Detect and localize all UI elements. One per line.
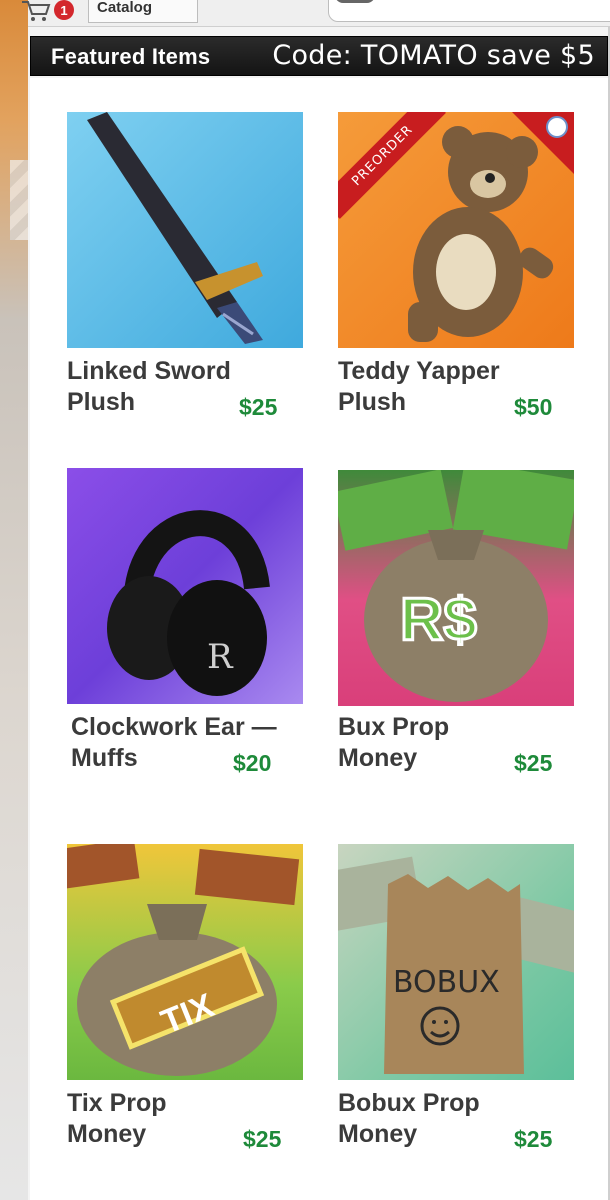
bobux-bag-image: BOBUX [338,856,574,1074]
earmuffs-image: R [107,510,270,696]
item-name-line: Tix Prop [67,1089,167,1117]
item-name-line: Clockwork Ear — [71,713,277,741]
item-price: $20 [233,750,272,776]
item-name-line: Money [338,744,418,772]
cart-icon [22,1,51,21]
item-image[interactable]: R [67,468,303,704]
clock-icon [546,116,568,138]
item-price: $25 [239,394,278,420]
item-name[interactable]: Tix Prop Money [67,1088,237,1150]
item-name-line: Linked Sword [67,357,231,385]
promo-code-text: Code: TOMATO save $5 [272,40,595,71]
muffs-letter: R [207,637,234,677]
page-title: Featured Items [51,44,211,69]
bux-bag-image: R$ [338,470,574,702]
item-price: $25 [514,1126,553,1152]
item-name-line: Teddy Yapper [338,357,500,385]
item-name[interactable]: Linked Sword Plush [67,356,237,418]
item-name-line: Money [67,1120,147,1148]
item-name[interactable]: Bobux Prop Money [338,1088,508,1150]
item-price: $50 [514,394,553,420]
bobux-label-text: BOBUX [393,965,500,1000]
featured-header: Featured Items Code: TOMATO save $5 [30,36,608,76]
item-name-line: Money [338,1120,418,1148]
top-bar: 1 Catalog [22,0,610,27]
item-image[interactable]: PREORDER [338,112,574,348]
item-name-line: Bux Prop [338,713,450,741]
item-name[interactable]: Bux Prop Money [338,712,508,774]
items-grid: Linked Sword Plush $25 PREORDER Teddy Ya… [30,78,608,1200]
item-image[interactable]: R$ [338,470,574,706]
tab-catalog[interactable]: Catalog [88,0,198,23]
item-image[interactable]: TIX [67,844,303,1080]
item-price: $25 [243,1126,282,1152]
cart-button[interactable]: 1 [22,0,86,26]
item-name[interactable]: Teddy Yapper Plush [338,356,508,418]
tix-bag-image: TIX [67,844,300,1076]
search-input[interactable] [328,0,610,22]
item-name-line: Plush [67,388,136,416]
sword-plush-image [87,112,263,344]
bux-logo-text: R$ [400,586,477,653]
item-price: $25 [514,750,553,776]
item-image[interactable]: BOBUX [338,844,574,1080]
item-name-line: Bobux Prop [338,1089,480,1117]
item-name-line: Plush [338,388,407,416]
item-image[interactable] [67,112,303,348]
cart-count-badge: 1 [54,0,74,20]
